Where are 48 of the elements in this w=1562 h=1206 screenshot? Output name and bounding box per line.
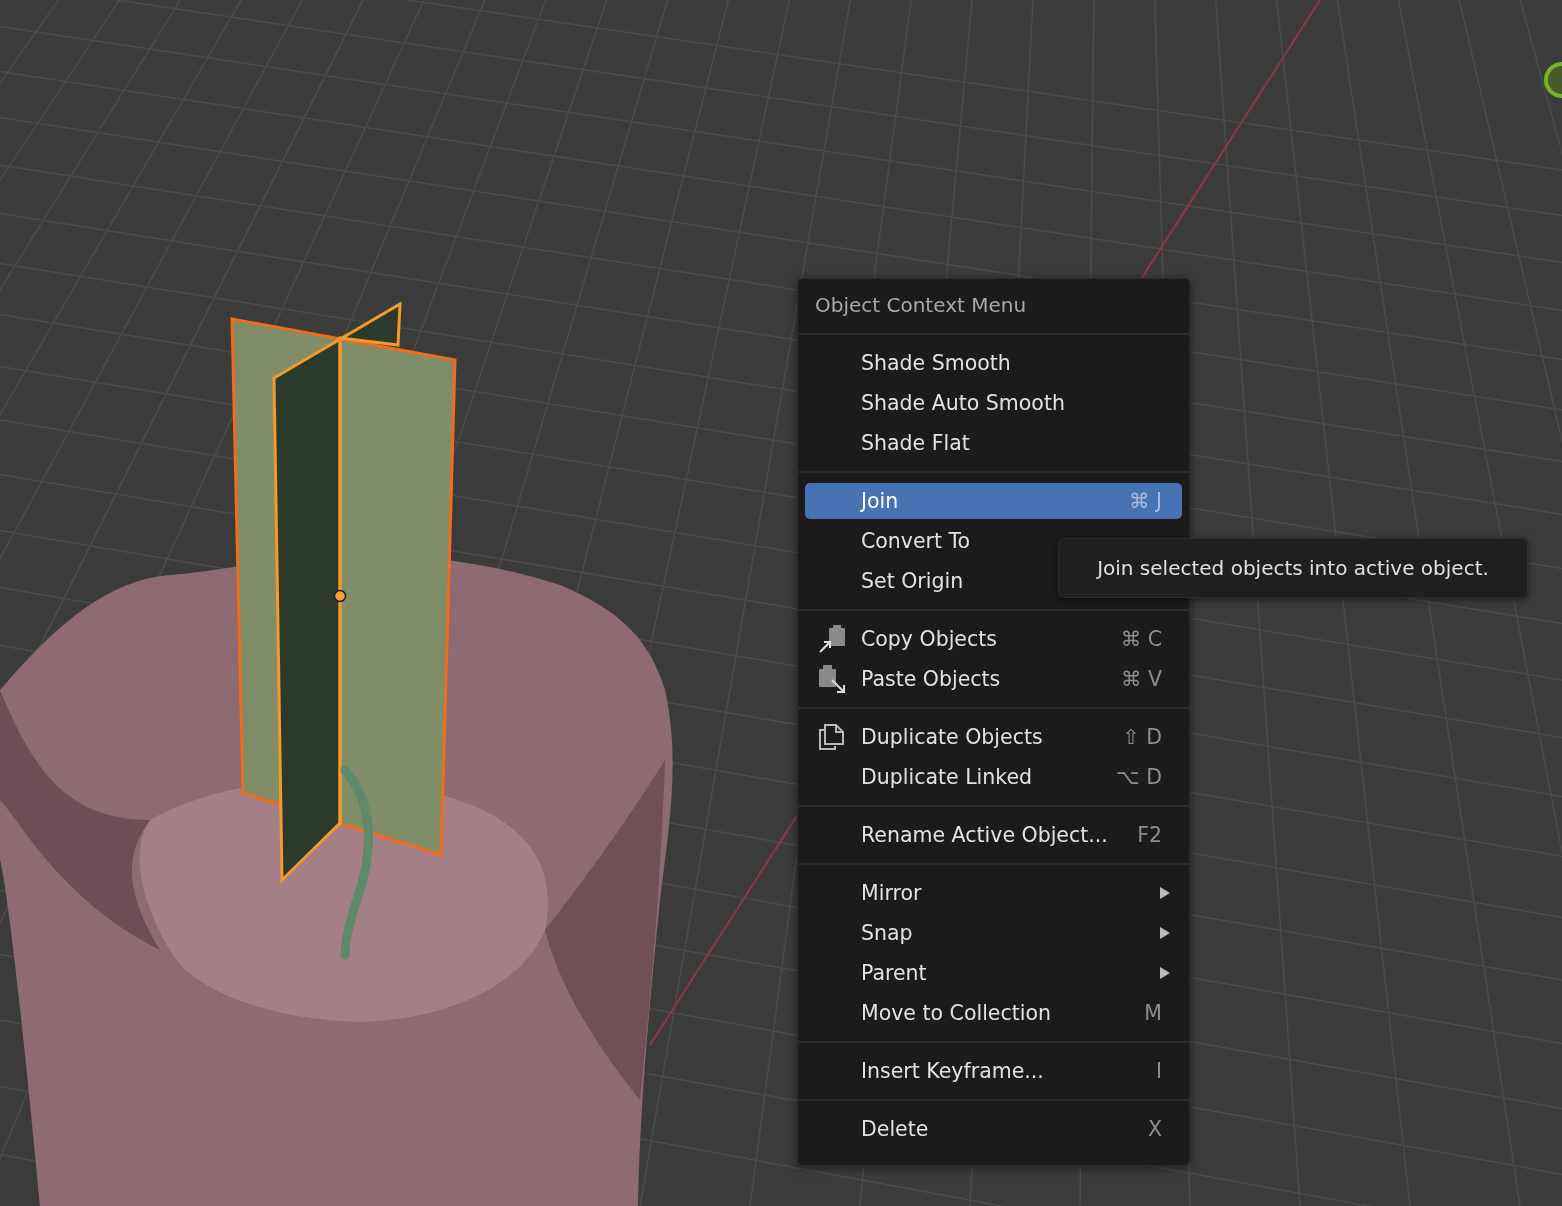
menu-item-label: Copy Objects — [861, 627, 997, 651]
menu-item-label: Shade Flat — [861, 431, 970, 455]
menu-item-label: Insert Keyframe... — [861, 1059, 1044, 1083]
shortcut-label: ⇧ D — [1122, 725, 1163, 749]
menu-item[interactable]: Rename Active Object... F2 — [805, 815, 1182, 855]
shortcut-label: F2 — [1137, 823, 1163, 847]
submenu-arrow-icon — [1160, 927, 1170, 939]
shortcut-label: X — [1147, 1117, 1163, 1141]
menu-item[interactable]: Delete X — [805, 1109, 1182, 1149]
duplicate-pages-icon — [817, 722, 847, 752]
menu-item[interactable]: Duplicate Objects ⇧ D — [805, 717, 1182, 757]
shortcut-label: ⌘ J — [1128, 489, 1163, 513]
menu-item-label: Mirror — [861, 881, 922, 905]
menu-item-label: Shade Auto Smooth — [861, 391, 1065, 415]
clipboard-arrow-icon — [817, 664, 847, 694]
shortcut-label: I — [1155, 1059, 1163, 1083]
tooltip: Join selected objects into active object. — [1058, 538, 1528, 598]
menu-item-label: Rename Active Object... — [861, 823, 1108, 847]
menu-item[interactable]: Duplicate Linked ⌥ D — [805, 757, 1182, 797]
shortcut-label: M — [1144, 1001, 1163, 1025]
submenu-arrow-icon — [1160, 887, 1170, 899]
menu-item-label: Move to Collection — [861, 1001, 1051, 1025]
menu-item-label: Convert To — [861, 529, 971, 553]
menu-item-label: Parent — [861, 961, 927, 985]
menu-item[interactable]: Shade Smooth — [805, 343, 1182, 383]
menu-item-label: Shade Smooth — [861, 351, 1011, 375]
menu-item-label: Duplicate Linked — [861, 765, 1033, 789]
shortcut-label: ⌘ V — [1120, 667, 1163, 691]
menu-title: Object Context Menu — [798, 279, 1189, 335]
menu-item-label: Snap — [861, 921, 913, 945]
menu-item-label: Paste Objects — [861, 667, 1001, 691]
clipboard-arrow-icon — [817, 624, 847, 654]
menu-item[interactable]: Move to Collection M — [805, 993, 1182, 1033]
menu-item[interactable]: Snap — [805, 913, 1182, 953]
menu-item-label: Delete — [861, 1117, 929, 1141]
submenu-arrow-icon — [1160, 967, 1170, 979]
menu-item[interactable]: Copy Objects ⌘ C — [805, 619, 1182, 659]
menu-item[interactable]: Join ⌘ J — [805, 483, 1182, 519]
shortcut-label: ⌥ D — [1116, 765, 1163, 789]
menu-item[interactable]: Shade Auto Smooth — [805, 383, 1182, 423]
menu-item[interactable]: Paste Objects ⌘ V — [805, 659, 1182, 699]
menu-item[interactable]: Shade Flat — [805, 423, 1182, 463]
menu-item-label: Duplicate Objects — [861, 725, 1043, 749]
menu-item[interactable]: Parent — [805, 953, 1182, 993]
shortcut-label: ⌘ C — [1120, 627, 1163, 651]
menu-item[interactable]: Mirror — [805, 873, 1182, 913]
menu-item[interactable]: Insert Keyframe... I — [805, 1051, 1182, 1091]
menu-item-label: Join — [861, 489, 899, 513]
